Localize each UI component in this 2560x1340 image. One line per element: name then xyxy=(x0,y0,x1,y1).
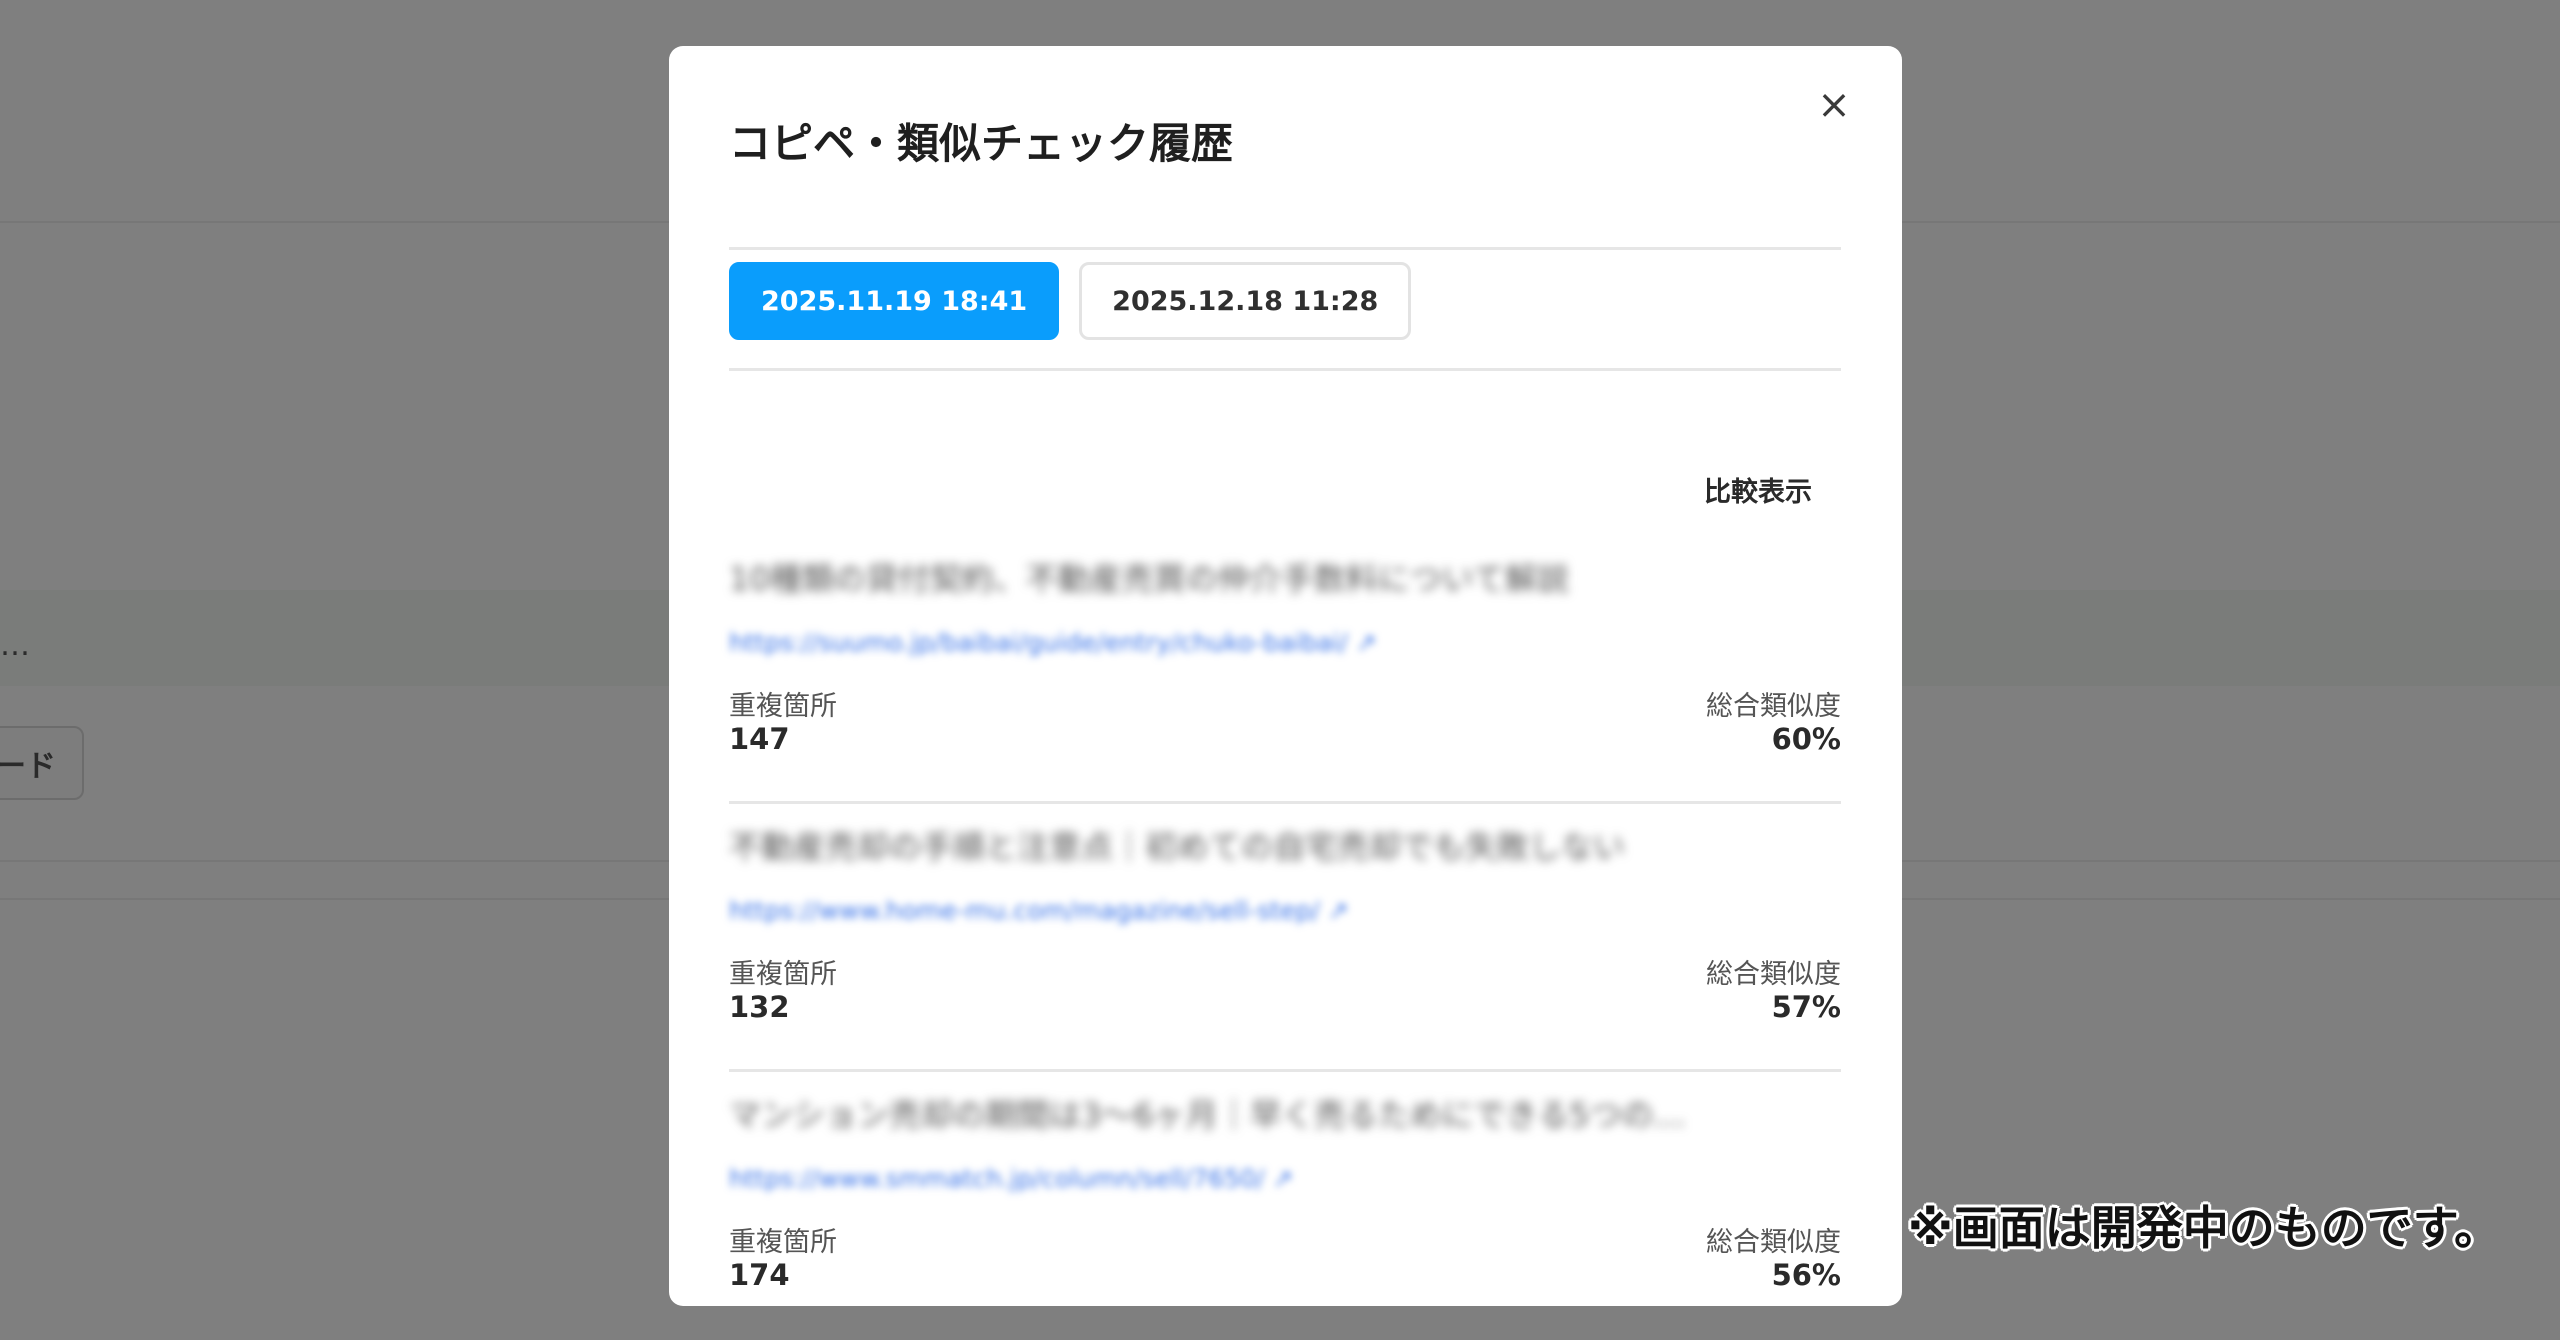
similarity-label: 総合類似度 xyxy=(1706,691,1841,722)
duplicate-count-label: 重複箇所 xyxy=(729,691,837,722)
result-item: マンション売却の期間は3〜6ヶ月｜早く売るためにできる5つの… https://… xyxy=(729,1072,1841,1340)
result-title: 不動産売却の手順と注意点｜初めての自宅売却でも失敗しない xyxy=(729,828,1626,866)
history-date-tabs: 2025.11.19 18:41 2025.12.18 11:28 xyxy=(729,262,1412,340)
similarity-value: 56% xyxy=(1771,1258,1841,1292)
tabs-divider xyxy=(729,368,1841,371)
duplicate-count-value: 174 xyxy=(729,1258,790,1292)
duplicate-count-value: 147 xyxy=(729,722,790,756)
modal-title: コピペ・類似チェック履歴 xyxy=(729,119,1234,168)
duplicate-count-label: 重複箇所 xyxy=(729,1227,837,1258)
tab-history-1[interactable]: 2025.11.19 18:41 xyxy=(729,262,1060,340)
duplicate-count-label: 重複箇所 xyxy=(729,959,837,990)
duplicate-count-value: 132 xyxy=(729,990,790,1024)
similarity-value: 57% xyxy=(1771,990,1841,1024)
title-divider xyxy=(729,247,1841,250)
result-title: マンション売却の期間は3〜6ヶ月｜早く売るためにできる5つの… xyxy=(729,1096,1686,1134)
result-list: 10種類の貸付契約、不動産売買の仲介手数料について解説 https://suum… xyxy=(729,536,1841,1340)
result-title: 10種類の貸付契約、不動産売買の仲介手数料について解説 xyxy=(729,560,1569,598)
close-icon[interactable]: × xyxy=(1809,80,1859,130)
background-truncated-text: … xyxy=(0,628,30,663)
tab-history-2[interactable]: 2025.12.18 11:28 xyxy=(1079,262,1412,340)
background-download-button: ード xyxy=(0,726,84,800)
similarity-label: 総合類似度 xyxy=(1706,1227,1841,1258)
result-url-link[interactable]: https://www.smmatch.jp/column/sell/7650/… xyxy=(729,1164,1293,1193)
result-url-link[interactable]: https://suumo.jp/baibai/guide/entry/chuk… xyxy=(729,628,1377,657)
similarity-label: 総合類似度 xyxy=(1706,959,1841,990)
similarity-value: 60% xyxy=(1771,722,1841,756)
result-item: 不動産売却の手順と注意点｜初めての自宅売却でも失敗しない https://www… xyxy=(729,804,1841,1072)
compare-view-button[interactable]: 比較表示 xyxy=(1704,470,1812,509)
result-url-link[interactable]: https://www.home-mu.com/magazine/sell-st… xyxy=(729,896,1349,925)
development-notice-caption: ※画面は開発中のものです。 xyxy=(1908,1201,2501,1255)
result-item: 10種類の貸付契約、不動産売買の仲介手数料について解説 https://suum… xyxy=(729,536,1841,804)
similarity-history-modal: × コピペ・類似チェック履歴 2025.11.19 18:41 2025.12.… xyxy=(669,46,1902,1306)
